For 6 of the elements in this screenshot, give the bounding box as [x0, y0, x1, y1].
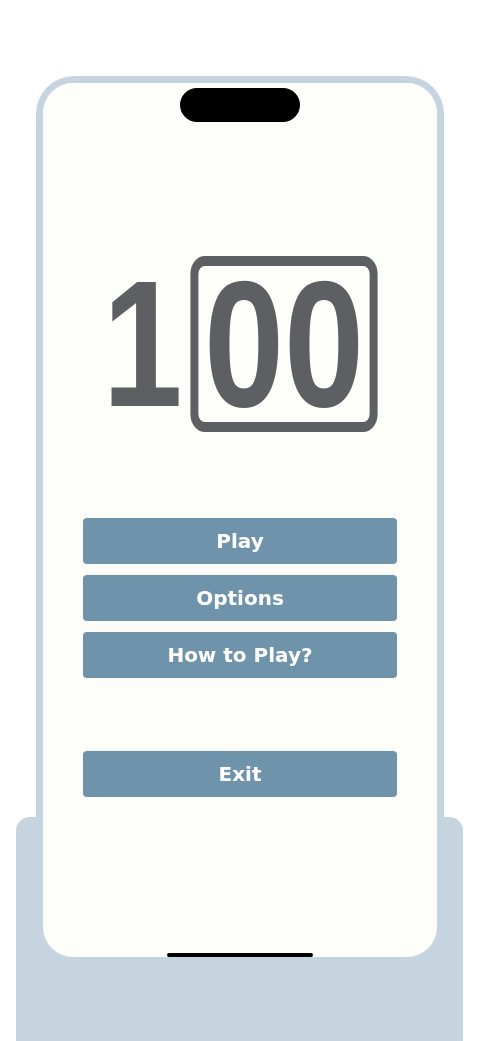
menu-button[interactable]: Options	[83, 575, 397, 621]
menu-button[interactable]: Play	[83, 518, 397, 564]
logo-digits: 00	[203, 272, 365, 416]
logo-digit: 1	[102, 272, 183, 416]
exit-button[interactable]: Exit	[83, 751, 397, 797]
menu-button[interactable]: How to Play?	[83, 632, 397, 678]
